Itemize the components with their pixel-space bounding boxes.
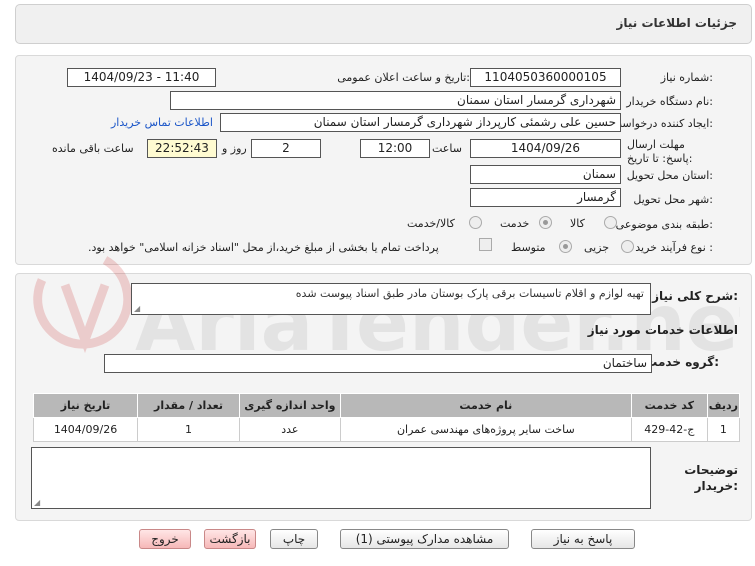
- process-minor-label: جزیی: [584, 241, 610, 254]
- print-button[interactable]: چاپ: [270, 529, 318, 549]
- buyer-org-label: نام دستگاه خریدار:: [626, 95, 713, 108]
- service-group-label: گروه خدمت:: [645, 355, 719, 369]
- col-row: ردیف: [706, 393, 741, 418]
- col-service-code: کد خدمت: [630, 393, 708, 418]
- deadline-time-field: 12:00: [360, 139, 430, 158]
- description-field: تهیه لوازم و اقلام تاسیسات برقی پارک بوس…: [131, 283, 651, 315]
- category-goods-service-radio[interactable]: [469, 216, 482, 229]
- description-label: شرح کلی نیاز:: [652, 289, 738, 303]
- view-attachments-button[interactable]: مشاهده مدارک پیوستی (1): [340, 529, 509, 549]
- cell-quantity: 1: [137, 417, 240, 442]
- announce-date-label: تاریخ و ساعت اعلان عمومی:: [337, 71, 470, 84]
- table-row[interactable]: 1 ج-42-429 ساخت سایر پروژه‌های مهندسی عم…: [32, 417, 741, 442]
- category-service-label: خدمت: [500, 217, 530, 230]
- announce-date-field: 1404/09/23 - 11:40: [67, 68, 216, 87]
- col-need-date: تاریخ نیاز: [32, 393, 139, 418]
- creator-field: حسین علی رشمئی کارپرداز شهرداری گرمسار ا…: [220, 113, 621, 132]
- deadline-time-label: ساعت: [432, 142, 462, 155]
- category-label: طبقه بندی موضوعی:: [615, 218, 713, 231]
- city-label: شهر محل تحویل:: [633, 193, 713, 206]
- buyer-org-field: شهرداری گرمسار استان سمنان: [170, 91, 621, 110]
- description-text: تهیه لوازم و اقلام تاسیسات برقی پارک بوس…: [295, 287, 644, 300]
- process-medium-label: متوسط: [511, 241, 546, 254]
- buyer-notes-field: ◢: [31, 447, 651, 509]
- cell-unit: عدد: [238, 417, 341, 442]
- creator-label: ایجاد کننده درخواست:: [611, 117, 713, 130]
- treasury-payment-note: پرداخت تمام یا بخشی از مبلغ خرید،از محل …: [88, 241, 439, 254]
- back-button[interactable]: بازگشت: [204, 529, 256, 549]
- category-goods-radio[interactable]: [604, 216, 617, 229]
- province-label: استان محل تحویل:: [626, 169, 713, 182]
- process-minor-radio[interactable]: [621, 240, 634, 253]
- cell-service-code: ج-42-429: [630, 417, 708, 442]
- deadline-date-field: 1404/09/26: [470, 139, 621, 158]
- col-service-name: نام خدمت: [339, 393, 632, 418]
- col-unit: واحد اندازه گیری: [238, 393, 341, 418]
- reply-button[interactable]: پاسخ به نیاز: [531, 529, 635, 549]
- services-table: ردیف کد خدمت نام خدمت واحد اندازه گیری ت…: [32, 393, 741, 442]
- days-label: روز و: [222, 142, 247, 155]
- exit-button[interactable]: خروج: [139, 529, 191, 549]
- cell-service-name: ساخت سایر پروژه‌های مهندسی عمران: [339, 417, 632, 442]
- treasury-payment-checkbox[interactable]: [479, 238, 492, 251]
- category-goods-service-label: کالا/خدمت: [407, 217, 455, 230]
- process-medium-radio[interactable]: [559, 240, 572, 253]
- province-field: سمنان: [470, 165, 621, 184]
- deadline-label: مهلت ارسال پاسخ: تا تاریخ:: [627, 138, 693, 165]
- table-header-row: ردیف کد خدمت نام خدمت واحد اندازه گیری ت…: [32, 393, 741, 418]
- services-heading: اطلاعات خدمات مورد نیاز: [587, 323, 738, 337]
- remaining-time-field: 22:52:43: [147, 139, 217, 158]
- city-field: گرمسار: [470, 188, 621, 207]
- buyer-contact-link[interactable]: اطلاعات تماس خریدار: [111, 116, 213, 129]
- cell-row: 1: [706, 417, 741, 442]
- page-header: جزئیات اطلاعات نیاز: [15, 4, 752, 44]
- remaining-time-label: ساعت باقی مانده: [52, 142, 134, 155]
- page-title: جزئیات اطلاعات نیاز: [616, 16, 737, 30]
- need-number-field: 1104050360000105: [470, 68, 621, 87]
- resize-handle-icon[interactable]: ◢: [34, 498, 40, 507]
- category-service-radio[interactable]: [539, 216, 552, 229]
- cell-need-date: 1404/09/26: [32, 417, 139, 442]
- buyer-notes-label: توضیحات خریدار:: [684, 463, 738, 493]
- need-number-label: شماره نیاز:: [660, 71, 713, 84]
- service-group-field: ساختمان: [104, 354, 652, 373]
- category-goods-label: کالا: [570, 217, 585, 230]
- process-label: نوع فرآیند خرید :: [635, 241, 713, 254]
- resize-handle-icon[interactable]: ◢: [134, 304, 140, 313]
- col-quantity: تعداد / مقدار: [137, 393, 240, 418]
- days-field: 2: [251, 139, 321, 158]
